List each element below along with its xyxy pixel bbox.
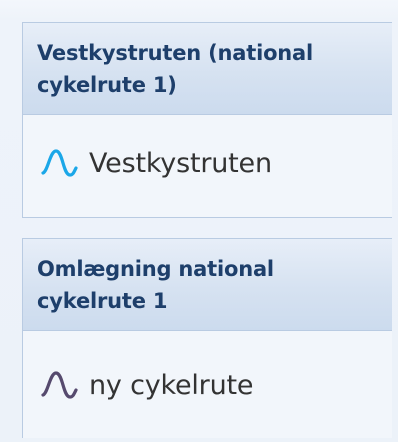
layer-group-header[interactable]: Vestkystruten (national cykelrute 1) <box>23 23 392 115</box>
legend-panel: Vestkystruten (national cykelrute 1) Ves… <box>0 0 398 442</box>
layer-title: Vestkystruten (national cykelrute 1) <box>37 41 314 97</box>
wave-line-icon <box>41 149 78 177</box>
layer-title: Omlægning national cykelrute 1 <box>37 257 274 313</box>
layer-group-omlaegning: Omlægning national cykelrute 1 ny cykelr… <box>22 238 392 438</box>
wave-line-icon <box>41 371 78 399</box>
legend-item-vestkystruten[interactable]: Vestkystruten <box>39 141 272 185</box>
layer-group-header[interactable]: Omlægning national cykelrute 1 <box>23 239 392 331</box>
legend-label: Vestkystruten <box>89 147 272 179</box>
layer-group-vestkystruten: Vestkystruten (national cykelrute 1) Ves… <box>22 22 392 218</box>
legend-label: ny cykelrute <box>89 369 254 401</box>
legend-item-ny-cykelrute[interactable]: ny cykelrute <box>39 363 253 407</box>
